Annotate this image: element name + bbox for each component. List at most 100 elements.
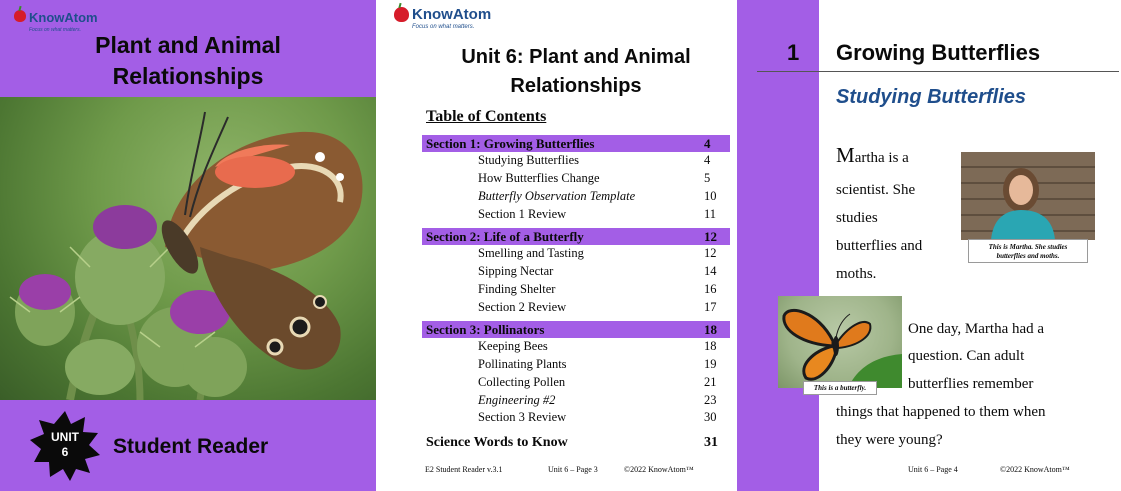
- paragraph-1-line-4: butterflies and: [836, 238, 923, 254]
- toc-section-row[interactable]: Section 1: Growing Butterflies 4: [422, 135, 730, 152]
- toc-title-line1: Unit 6: Plant and Animal: [461, 46, 691, 68]
- unit-badge-text: UNIT 6: [30, 430, 100, 460]
- toc-row-label: Collecting Pollen: [478, 375, 566, 389]
- monarch-butterfly-photo: [778, 296, 902, 388]
- toc-row-page: 4: [704, 136, 711, 151]
- toc-row[interactable]: Smelling and Tasting 12: [422, 245, 730, 262]
- para1-line1-text: artha is a: [854, 150, 909, 166]
- monarch-butterfly-illustration: [782, 308, 902, 388]
- toc-row[interactable]: Finding Shelter 16: [422, 281, 730, 298]
- paragraph-2-line-1: One day, Martha had a: [908, 321, 1045, 337]
- paragraph-1-line-3: studies: [836, 210, 878, 226]
- page4-footer-mid: Unit 6 – Page 4: [908, 465, 958, 474]
- toc-row[interactable]: Section 1 Review 11: [422, 206, 730, 223]
- toc-logo: KnowAtom Focus on what matters.: [394, 6, 491, 30]
- butterfly-photo-caption: This is a butterfly.: [803, 381, 877, 395]
- scientist-portrait-illustration: [991, 168, 1055, 240]
- toc-logo-text: KnowAtom: [412, 6, 492, 23]
- caption-line-2: butterflies and moths.: [996, 252, 1060, 260]
- toc-footer-right: ©2022 KnowAtom™: [624, 465, 694, 474]
- unit-badge-line2: 6: [61, 445, 69, 459]
- toc-row-label: How Butterflies Change: [478, 171, 600, 185]
- paragraph-1-line-5: moths.: [836, 266, 877, 282]
- toc-section-row[interactable]: Section 3: Pollinators 18: [422, 321, 730, 338]
- toc-row-page: 23: [704, 393, 717, 407]
- toc-row-page: 11: [704, 207, 717, 221]
- toc-row-page: 5: [704, 171, 711, 185]
- toc-row-label: Section 2 Review: [478, 300, 567, 314]
- apple-icon: [394, 7, 409, 22]
- butterfly-on-thistle-illustration: [9, 111, 363, 400]
- toc-row-label: Pollinating Plants: [478, 357, 567, 371]
- toc-footer-left: E2 Student Reader v.3.1: [425, 465, 503, 474]
- toc-row[interactable]: Sipping Nectar 14: [422, 263, 730, 280]
- toc-row-label: Science Words to Know: [426, 435, 568, 450]
- dropcap: M: [836, 143, 855, 167]
- caption-line-1: This is Martha. She studies: [988, 243, 1068, 251]
- section-number: 1: [787, 40, 800, 65]
- toc-row-label: Section 3 Review: [478, 410, 567, 424]
- cover-title: Plant and Animal Relationships: [0, 30, 376, 92]
- martha-photo-caption: This is Martha. She studies butterflies …: [968, 239, 1088, 263]
- toc-row-label: Butterfly Observation Template: [478, 189, 636, 203]
- toc-row-page: 16: [704, 282, 717, 296]
- section-title: Growing Butterflies: [836, 40, 1041, 65]
- page4-footer-right: ©2022 KnowAtom™: [1000, 465, 1070, 474]
- paragraph-2-line-4: things that happened to them when: [836, 404, 1046, 420]
- toc-row[interactable]: Engineering #2 23: [422, 392, 730, 409]
- toc-row[interactable]: Keeping Bees 18: [422, 338, 730, 355]
- toc-row-page: 10: [704, 189, 717, 203]
- toc-row-label: Studying Butterflies: [478, 153, 580, 167]
- paragraph-2-line-3: butterflies remember: [908, 376, 1034, 392]
- toc-row-label: Smelling and Tasting: [478, 246, 584, 260]
- toc-row-page: 31: [704, 435, 718, 450]
- unit-badge-line1: UNIT: [51, 430, 79, 444]
- toc-footer-mid: Unit 6 – Page 3: [548, 465, 598, 474]
- toc-row-page: 4: [704, 153, 711, 167]
- toc-heading: Table of Contents: [426, 108, 547, 125]
- toc-row-label: Section 3: Pollinators: [426, 322, 545, 337]
- toc-row-label: Finding Shelter: [478, 282, 556, 296]
- paragraph-2-line-2: question. Can adult: [908, 348, 1025, 364]
- toc-row-label: Section 1: Growing Butterflies: [426, 136, 595, 151]
- toc-words-row[interactable]: Science Words to Know 31: [422, 434, 730, 451]
- butterfly-cover-photo: [0, 97, 376, 400]
- toc-row-page: 12: [704, 246, 717, 260]
- toc-row-label: Section 2: Life of a Butterfly: [426, 229, 584, 244]
- lesson-subheading: Studying Butterflies: [836, 86, 1027, 108]
- cover-title-line2: Relationships: [112, 63, 264, 89]
- paragraph-2-line-5: they were young?: [836, 432, 943, 448]
- toc-row-page: 18: [704, 339, 717, 353]
- cover-page: KnowAtom Focus on what matters. Plant an…: [0, 0, 376, 491]
- purple-page-margin: [737, 0, 819, 491]
- toc-row-page: 18: [704, 322, 717, 337]
- toc-row-page: 14: [704, 264, 717, 278]
- student-reader-label: Student Reader: [113, 435, 269, 458]
- toc-row[interactable]: Studying Butterflies 4: [422, 152, 730, 169]
- toc-row-label: Sipping Nectar: [478, 264, 554, 278]
- toc-row-label: Keeping Bees: [478, 339, 548, 353]
- toc-row[interactable]: Section 2 Review 17: [422, 299, 730, 316]
- toc-row-label: Engineering #2: [478, 393, 556, 407]
- toc-row[interactable]: Butterfly Observation Template 10: [422, 188, 730, 205]
- toc-row-label: Section 1 Review: [478, 207, 567, 221]
- toc-row[interactable]: How Butterflies Change 5: [422, 170, 730, 187]
- paragraph-1-line-2: scientist. She: [836, 182, 916, 198]
- cover-title-line1: Plant and Animal: [95, 32, 281, 58]
- toc-row[interactable]: Pollinating Plants 19: [422, 356, 730, 373]
- toc-title-line2: Relationships: [510, 75, 642, 97]
- toc-row[interactable]: Section 3 Review 30: [422, 409, 730, 426]
- toc-row-page: 12: [704, 229, 717, 244]
- martha-photo: [961, 152, 1095, 240]
- toc-unit-title: Unit 6: Plant and Animal Relationships: [376, 43, 776, 101]
- cover-logo-text: KnowAtom: [29, 10, 98, 25]
- toc-section-row[interactable]: Section 2: Life of a Butterfly 12: [422, 228, 730, 245]
- cover-footer-band: UNIT 6 Student Reader: [0, 400, 376, 491]
- toc-logo-tagline: Focus on what matters.: [412, 24, 475, 30]
- paragraph-1-line-1: Martha is a: [836, 145, 909, 168]
- toc-row-page: 19: [704, 357, 717, 371]
- section-divider: [757, 71, 1119, 72]
- toc-row-page: 30: [704, 410, 717, 424]
- apple-icon: [14, 10, 26, 22]
- toc-row[interactable]: Collecting Pollen 21: [422, 374, 730, 391]
